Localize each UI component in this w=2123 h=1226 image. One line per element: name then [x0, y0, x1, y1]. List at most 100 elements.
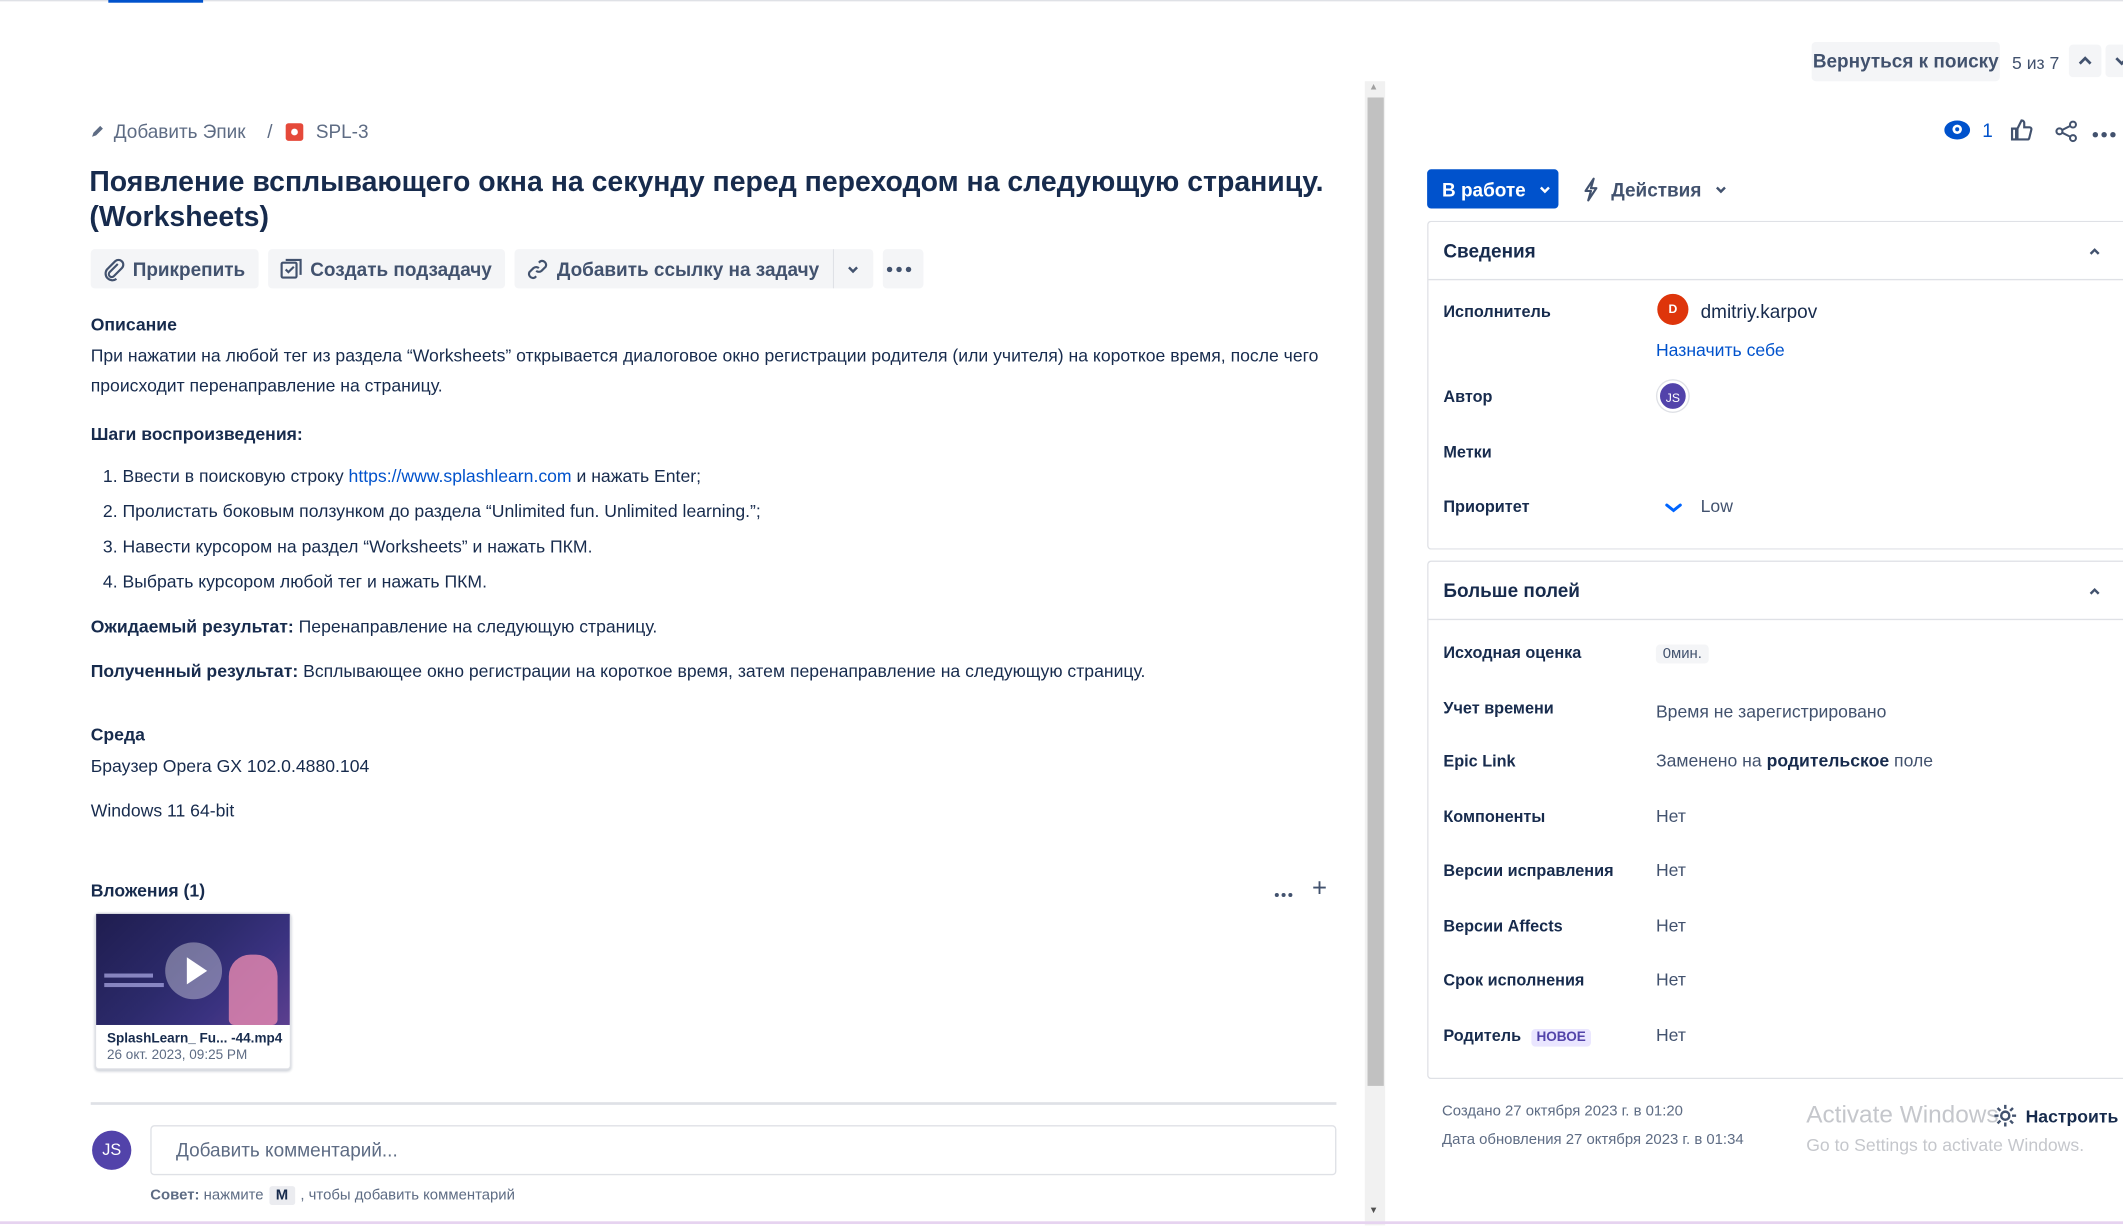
create-subtask-button[interactable]: Создать подзадачу: [268, 249, 506, 289]
avatar: JS: [92, 1130, 132, 1170]
ellipsis-icon: [1274, 892, 1293, 898]
expected-text: Перенаправление на следующую страницу.: [293, 616, 658, 637]
scrollbar-thumb[interactable]: [1367, 97, 1384, 1086]
affects-versions-value[interactable]: Нет: [1656, 915, 1686, 935]
divider: [90, 1102, 1337, 1105]
attachment-filename: SplashLearn_ Fu... -44.mp4: [106, 1031, 283, 1047]
affects-versions-label: Версии Affects: [1443, 916, 1563, 936]
configure-button[interactable]: Настроить: [1993, 1104, 2118, 1128]
original-estimate-value[interactable]: 0мин.: [1655, 642, 1709, 664]
watch-button[interactable]: 1: [1944, 119, 1993, 141]
list-item: 4. Выбрать курсором любой тег и нажать П…: [103, 567, 1322, 602]
back-to-search-button[interactable]: Вернуться к поиску: [1811, 41, 2000, 82]
parent-value[interactable]: Нет: [1656, 1025, 1686, 1045]
issue-title[interactable]: Появление всплывающего окна на секунду п…: [89, 165, 1348, 235]
tip-suffix: , чтобы добавить комментарий: [300, 1187, 515, 1204]
fix-versions-label: Версии исправления: [1443, 861, 1614, 881]
ellipsis-icon: [2092, 132, 2116, 138]
priority-label: Приоритет: [1443, 496, 1530, 516]
epic-link-prefix: Заменено на: [1655, 750, 1767, 771]
step-number: 1.: [102, 465, 118, 487]
attachment-card[interactable]: SplashLearn_ Fu... -44.mp4 26 окт. 2023,…: [94, 912, 292, 1070]
fix-versions-value[interactable]: Нет: [1656, 860, 1686, 880]
description-text[interactable]: При нажатии на любой тег из раздела “Wor…: [91, 341, 1337, 401]
attachments-heading: Вложения (1): [90, 880, 206, 901]
more-fields-header[interactable]: Больше полей: [1428, 562, 2123, 621]
chevron-down-icon: [848, 265, 859, 273]
step-text: и нажать Enter;: [571, 465, 701, 487]
environment-browser[interactable]: Браузер Opera GX 102.0.4880.104: [91, 751, 370, 781]
comment-input[interactable]: Добавить комментарий...: [150, 1125, 1337, 1176]
tip-press: нажмите: [203, 1187, 264, 1204]
subtask-icon: [280, 258, 302, 278]
status-label: В работе: [1442, 178, 1526, 200]
time-tracking-value[interactable]: Время не зарегистрировано: [1656, 701, 1886, 721]
epic-link-bold: родительское: [1766, 750, 1890, 771]
paperclip-icon: [104, 258, 125, 281]
scroll-up-icon[interactable]: ▲: [1369, 83, 1378, 92]
next-issue-button[interactable]: [2105, 44, 2123, 78]
add-link-label: Добавить ссылку на задачу: [556, 257, 820, 280]
issue-pager: 5 из 7: [2012, 52, 2060, 74]
updated-date: Дата обновления 27 октября 2023 г. в 01:…: [1442, 1131, 1744, 1149]
assignee-value[interactable]: dmitriy.karpov: [1701, 301, 1818, 323]
more-fields-panel: Больше полей Исходная оценка 0мин. Учет …: [1427, 560, 2123, 1080]
more-actions-button[interactable]: [882, 249, 924, 289]
components-value[interactable]: Нет: [1656, 806, 1686, 826]
step-text: Ввести в поисковую строку: [122, 465, 349, 487]
link-icon: [528, 259, 548, 279]
assign-to-me-link[interactable]: Назначить себе: [1656, 340, 1785, 360]
step-number: 2.: [102, 500, 118, 522]
details-header[interactable]: Сведения: [1428, 222, 2123, 281]
share-button[interactable]: [2054, 119, 2078, 150]
add-link-button[interactable]: Добавить ссылку на задачу: [514, 249, 833, 289]
scroll-down-icon[interactable]: ▼: [1369, 1206, 1378, 1215]
environment-os[interactable]: Windows 11 64-bit: [91, 796, 235, 826]
step-number: 3.: [102, 536, 118, 557]
attach-button[interactable]: Прикрепить: [90, 249, 259, 289]
like-button[interactable]: [2009, 118, 2033, 149]
issue-menu-button[interactable]: [2092, 121, 2116, 145]
environment-heading: Среда: [90, 724, 145, 745]
actions-dropdown[interactable]: Действия: [1581, 169, 1728, 208]
top-border: [0, 0, 2123, 3]
add-link-dropdown-button[interactable]: [832, 249, 874, 289]
list-item: 3. Навести курсором на раздел “Worksheet…: [103, 532, 1322, 567]
add-epic-link[interactable]: Добавить Эпик: [114, 121, 246, 143]
due-date-value[interactable]: Нет: [1656, 969, 1686, 989]
previous-issue-button[interactable]: [2068, 44, 2102, 78]
windows-watermark-subtitle: Go to Settings to activate Windows.: [1806, 1134, 2085, 1155]
eye-icon: [1944, 120, 1971, 140]
attachments-more-button[interactable]: [1274, 880, 1293, 902]
video-thumbnail: [96, 913, 290, 1025]
add-attachment-button[interactable]: +: [1312, 875, 1327, 905]
actual-text: Всплывающее окно регистрации на короткое…: [298, 660, 1146, 682]
pencil-icon: [92, 125, 103, 137]
list-item: 2. Пролистать боковым ползунком до разде…: [103, 497, 1322, 532]
priority-value[interactable]: Low: [1701, 496, 1733, 516]
assignee-label: Исполнитель: [1443, 301, 1551, 321]
status-dropdown[interactable]: В работе: [1427, 169, 1559, 209]
comment-tip: Совет: нажмите M , чтобы добавить коммен…: [150, 1186, 515, 1206]
watch-count: 1: [1982, 119, 1993, 141]
chevron-down-icon: [1715, 185, 1726, 193]
issue-view: Вернуться к поиску 5 из 7 Добавить Эпик …: [0, 0, 2123, 1226]
actual-label: Полученный результат:: [90, 660, 299, 682]
issue-key-link[interactable]: SPL-3: [316, 121, 369, 143]
create-subtask-label: Создать подзадачу: [310, 257, 492, 280]
epic-link-value[interactable]: Заменено на родительское поле: [1656, 750, 1933, 770]
lightning-icon: [1584, 176, 1598, 201]
created-date: Создано 27 октября 2023 г. в 01:20: [1442, 1103, 1683, 1120]
issue-toolbar: Прикрепить Создать подзадачу Добавить сс…: [90, 249, 933, 289]
labels-label: Метки: [1443, 442, 1492, 462]
actual-result: Полученный результат: Всплывающее окно р…: [91, 657, 1337, 687]
thumbnail-text-line: [104, 983, 164, 988]
time-tracking-label: Учет времени: [1443, 698, 1554, 718]
new-badge: НОВОЕ: [1531, 1029, 1592, 1047]
original-estimate-label: Исходная оценка: [1443, 643, 1582, 663]
play-icon[interactable]: [165, 942, 223, 1000]
gear-icon: [1994, 1104, 2017, 1127]
splashlearn-link[interactable]: https://www.splashlearn.com: [349, 466, 572, 486]
windows-watermark-title: Activate Windows: [1806, 1100, 1999, 1128]
avatar[interactable]: JS: [1657, 380, 1689, 412]
